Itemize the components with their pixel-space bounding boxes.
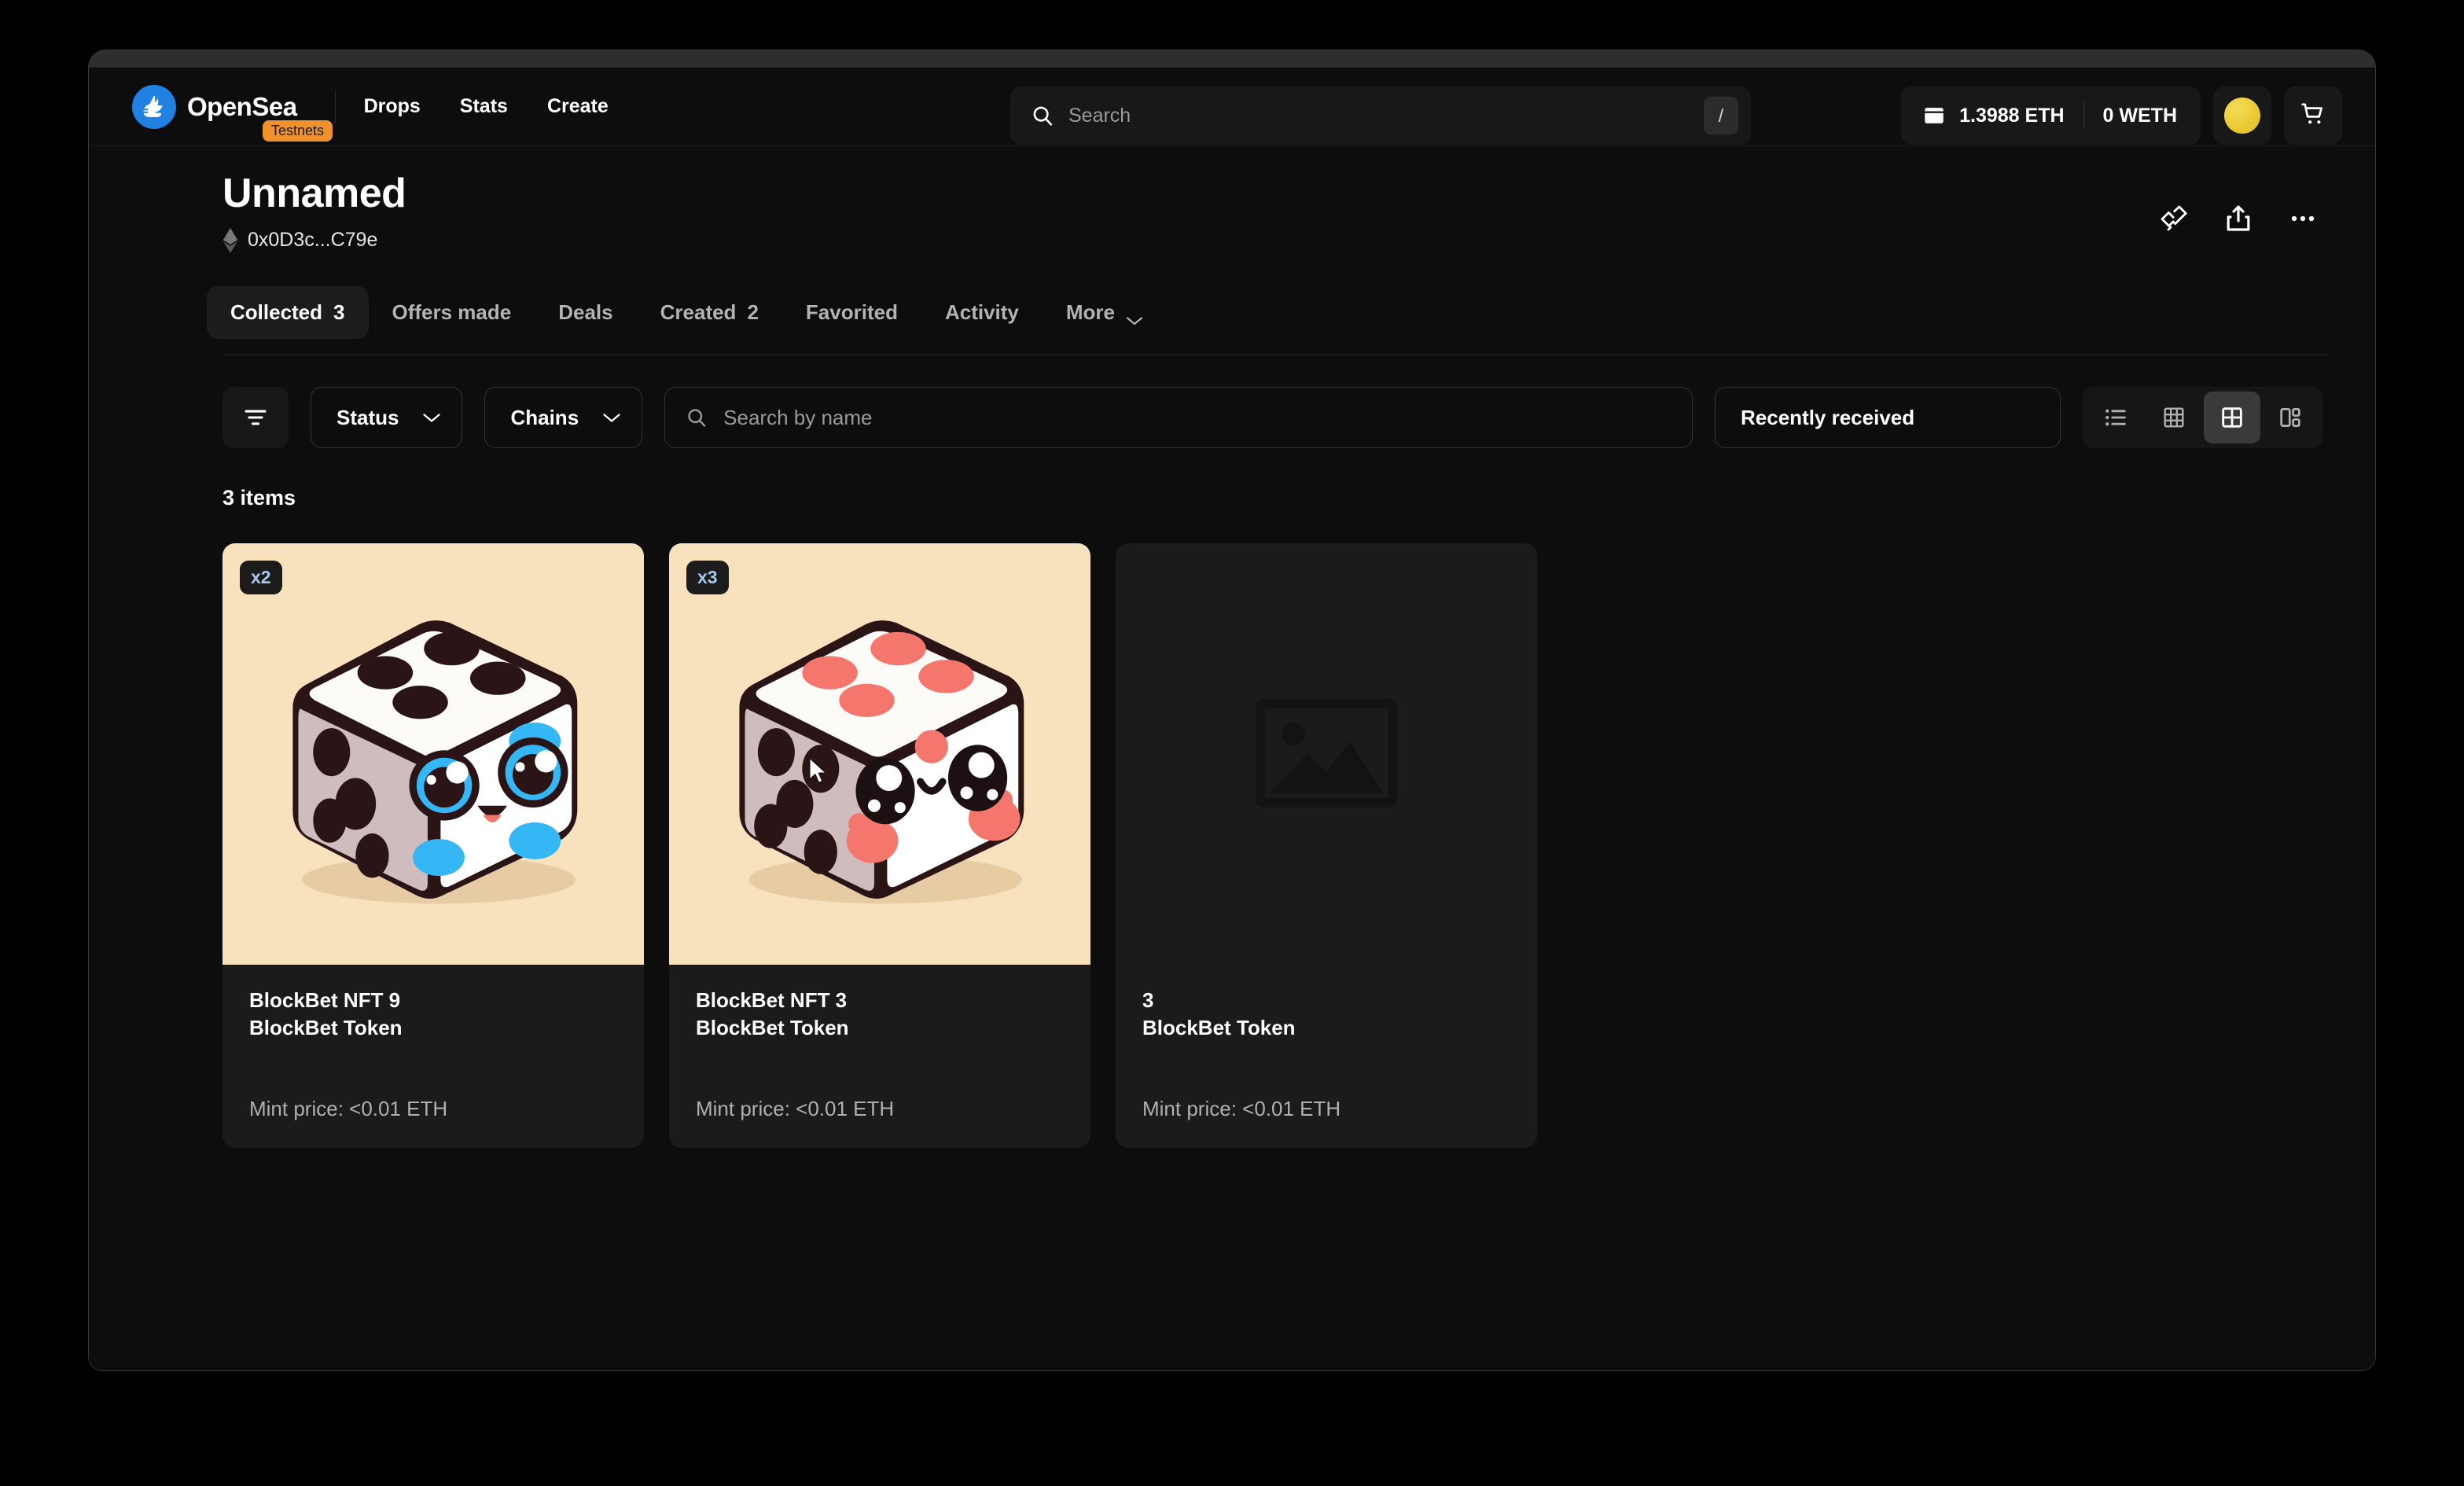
chevron-down-icon xyxy=(1126,307,1143,325)
items-grid: x2 BlockBet NFT 9 BlockBet Token Mint pr… xyxy=(222,543,2375,1149)
chains-filter-label: Chains xyxy=(510,405,579,429)
more-icon[interactable] xyxy=(2282,198,2323,239)
tab-favorited[interactable]: Favorited xyxy=(782,286,921,339)
nft-card-body: 3 BlockBet Token xyxy=(1116,965,1537,1042)
sort-dropdown[interactable]: Recently received xyxy=(1715,387,2061,448)
nft-collection: BlockBet Token xyxy=(1142,1016,1296,1040)
nav-link-stats[interactable]: Stats xyxy=(460,95,508,118)
nft-title: BlockBet NFT 9 xyxy=(249,988,401,1012)
brand-name: OpenSea xyxy=(187,91,297,121)
nav-right-cluster: 1.3988 ETH 0 WETH xyxy=(1901,86,2342,145)
tab-label: Offers made xyxy=(392,300,512,324)
nav-link-drops[interactable]: Drops xyxy=(364,95,421,118)
nft-card[interactable]: 3 BlockBet Token Mint price: <0.01 ETH xyxy=(1116,543,1537,1149)
avatar xyxy=(2224,97,2260,134)
tab-label: More xyxy=(1065,300,1115,324)
tab-label: Activity xyxy=(944,300,1019,324)
tab-more[interactable]: More xyxy=(1043,286,1167,339)
image-placeholder-icon xyxy=(1256,699,1397,809)
page-title: Unnamed xyxy=(222,171,406,216)
nft-price: Mint price: <0.01 ETH xyxy=(696,1097,895,1121)
browser-window: OpenSea Testnets Drops Stats Create / xyxy=(89,50,2375,1370)
nft-price: Mint price: <0.01 ETH xyxy=(249,1097,448,1121)
nft-price: Mint price: <0.01 ETH xyxy=(1142,1097,1341,1121)
wallet-address: 0x0D3c...C79e xyxy=(248,228,378,251)
tab-created[interactable]: Created 2 xyxy=(637,286,782,339)
tab-label: Created xyxy=(660,300,737,324)
filter-icon[interactable] xyxy=(222,387,289,448)
view-mode-toggle-group xyxy=(2083,387,2323,448)
name-search-field[interactable] xyxy=(664,387,1693,448)
cart-button[interactable] xyxy=(2284,86,2342,145)
nft-collection: BlockBet Token xyxy=(696,1016,849,1040)
grid-view-icon[interactable] xyxy=(2204,392,2260,443)
deals-icon[interactable] xyxy=(2153,198,2194,239)
nft-title: 3 xyxy=(1142,988,1154,1012)
global-search-bar[interactable]: / xyxy=(1010,86,1751,145)
tab-label: Deals xyxy=(558,300,613,324)
nft-card-body: BlockBet NFT 3 BlockBet Token xyxy=(669,965,1090,1042)
details-view-icon[interactable] xyxy=(2262,392,2319,443)
nft-card-body: BlockBet NFT 9 BlockBet Token xyxy=(222,965,644,1042)
opensea-sailboat-icon xyxy=(132,84,176,129)
items-count: 3 items xyxy=(222,486,296,509)
page-content: OpenSea Testnets Drops Stats Create / xyxy=(89,68,2375,1370)
tab-deals[interactable]: Deals xyxy=(535,286,636,339)
quantity-badge: x2 xyxy=(240,561,282,594)
ethereum-icon xyxy=(222,228,238,253)
nft-media xyxy=(1116,543,1537,965)
nft-card[interactable]: x2 BlockBet NFT 9 BlockBet Token Mint pr… xyxy=(222,543,644,1149)
status-filter-dropdown[interactable]: Status xyxy=(311,387,463,448)
testnets-badge: Testnets xyxy=(263,120,333,142)
profile-tabs: Collected 3 Offers made Deals Created 2 … xyxy=(207,286,2375,339)
tab-count: 3 xyxy=(333,300,345,324)
account-avatar-button[interactable] xyxy=(2213,86,2271,145)
tab-label: Collected xyxy=(230,300,323,324)
chains-filter-dropdown[interactable]: Chains xyxy=(484,387,643,448)
share-icon[interactable] xyxy=(2218,198,2259,239)
chevron-down-icon xyxy=(602,412,621,424)
quantity-badge: x3 xyxy=(686,561,729,594)
shopping-cart-icon xyxy=(2300,101,2326,131)
search-by-name-input[interactable] xyxy=(723,405,1671,430)
browser-chrome-strip xyxy=(89,50,2375,68)
status-filter-label: Status xyxy=(337,405,399,429)
nft-collection: BlockBet Token xyxy=(249,1016,403,1040)
nft-media: x2 xyxy=(222,543,644,965)
chevron-down-icon xyxy=(422,412,441,424)
nft-card[interactable]: x3 BlockBet NFT 3 BlockBet Token Mint pr… xyxy=(669,543,1090,1149)
brand-home-link[interactable]: OpenSea Testnets xyxy=(132,84,333,142)
wallet-icon xyxy=(1922,103,1947,128)
search-icon xyxy=(1031,104,1054,127)
dice-red-artwork xyxy=(739,620,1024,904)
sort-label: Recently received xyxy=(1741,405,1915,429)
wallet-address-row[interactable]: 0x0D3c...C79e xyxy=(222,228,2375,253)
nav-divider xyxy=(334,89,336,124)
list-view-icon[interactable] xyxy=(2087,392,2144,443)
tab-count: 2 xyxy=(747,300,759,324)
search-input[interactable] xyxy=(1068,104,1704,127)
tab-label: Favorited xyxy=(805,300,898,324)
tab-offers-made[interactable]: Offers made xyxy=(369,286,535,339)
search-icon xyxy=(686,406,708,429)
search-shortcut-key: / xyxy=(1704,97,1738,134)
top-navigation-bar: OpenSea Testnets Drops Stats Create / xyxy=(89,68,2375,146)
eth-balance: 1.3988 ETH xyxy=(1959,104,2065,127)
nav-link-create[interactable]: Create xyxy=(547,95,609,118)
nft-title: BlockBet NFT 3 xyxy=(696,988,848,1012)
dice-blue-artwork xyxy=(292,620,578,904)
filter-bar: Status Chains Search by name Recently re… xyxy=(222,387,2375,448)
wallet-separator xyxy=(2083,102,2084,129)
wallet-balance-button[interactable]: 1.3988 ETH 0 WETH xyxy=(1901,86,2201,145)
nft-media: x3 xyxy=(669,543,1090,965)
weth-balance: 0 WETH xyxy=(2102,104,2177,127)
tab-collected[interactable]: Collected 3 xyxy=(207,286,369,339)
dense-grid-icon[interactable] xyxy=(2146,392,2202,443)
tab-activity[interactable]: Activity xyxy=(921,286,1043,339)
profile-actions xyxy=(2153,198,2323,239)
profile-header: Unnamed 0x0D3c...C79e xyxy=(89,170,2375,253)
